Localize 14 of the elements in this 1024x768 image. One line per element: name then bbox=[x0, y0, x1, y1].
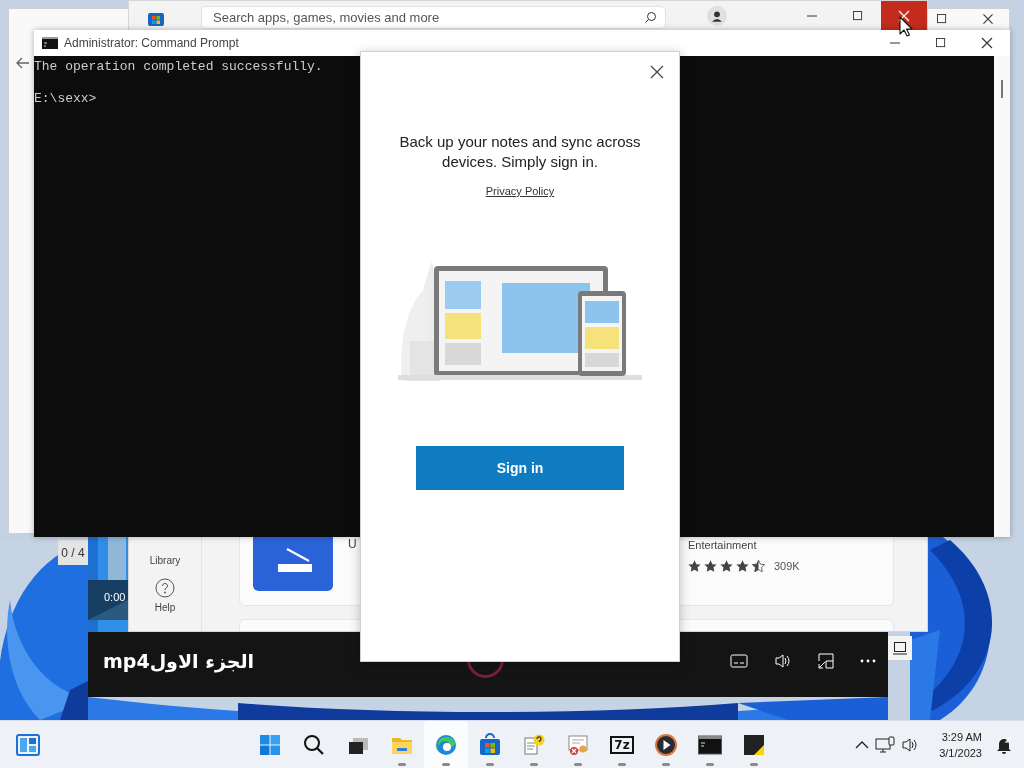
sidebar-item[interactable]: Help bbox=[154, 578, 176, 613]
clock[interactable]: 3:29 AM 3/1/2023 bbox=[939, 728, 982, 761]
sign-in-button[interactable]: Sign in bbox=[416, 446, 624, 490]
search-field[interactable]: Search apps, games, movies and more bbox=[201, 6, 666, 29]
taskbar-button[interactable]: 7z bbox=[600, 721, 644, 768]
privacy-link[interactable]: Privacy Policy bbox=[485, 185, 555, 197]
app-category: Entertainment bbox=[688, 539, 758, 551]
dialog-heading: Back up your notes and sync across devices. Simply sign in. bbox=[398, 132, 642, 172]
sidebar-item[interactable]: Library bbox=[149, 555, 181, 566]
video-title: الجزء الاولmp4 bbox=[103, 649, 255, 672]
archive-app-icon: 7z bbox=[610, 736, 634, 754]
window-title: Administrator: Command Prompt bbox=[64, 36, 239, 50]
review-count: 309K bbox=[774, 560, 800, 572]
app-name: U bbox=[348, 537, 357, 553]
